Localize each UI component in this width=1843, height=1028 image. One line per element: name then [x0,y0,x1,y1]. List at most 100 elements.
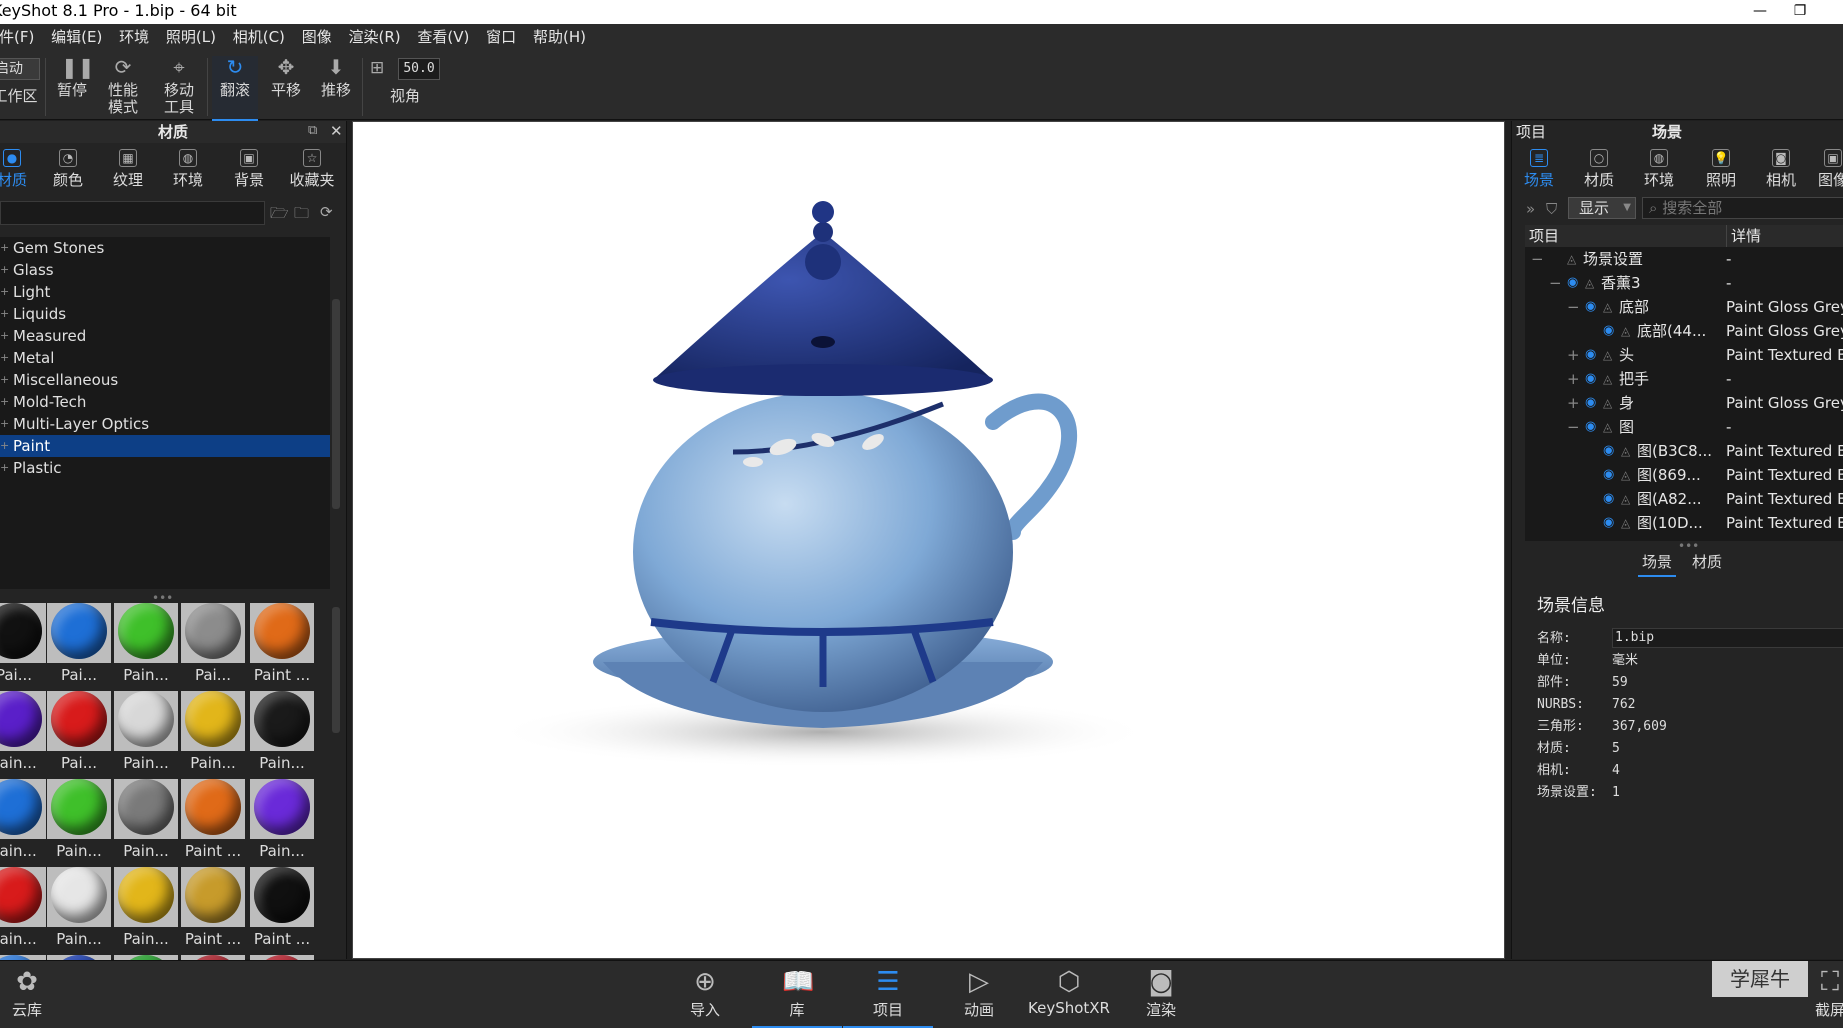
menu-file[interactable]: 文件(F) [0,24,34,50]
folder-icon[interactable]: 🗀 [294,203,309,228]
subtab-material[interactable]: 材质 [1688,549,1726,575]
rotate-button[interactable]: ↻ 翻滚 [212,56,258,122]
tree-item[interactable]: + Liquids [0,303,330,325]
library-button[interactable]: 📖 库 [752,967,842,1028]
material-swatch[interactable]: Pain... [114,601,178,687]
expand-toggle[interactable]: − [1531,247,1544,271]
refresh-icon[interactable]: ⟳ [320,203,333,221]
eye-icon[interactable]: ◉ [1603,439,1614,463]
expand-toggle[interactable]: − [1567,415,1580,439]
expand-toggle[interactable]: + [1567,391,1580,415]
material-swatch[interactable]: Pain... [250,689,314,775]
eye-icon[interactable]: ◉ [1603,511,1614,535]
eye-icon[interactable]: ◉ [1585,295,1596,319]
expand-toggle[interactable]: + [1567,367,1580,391]
pause-button[interactable]: ❚❚ 暂停 [52,56,95,99]
tab-favorites[interactable]: ☆ 收藏夹 [287,149,337,190]
tab-scene[interactable]: ≣ 场景 [1516,149,1562,190]
eye-icon[interactable]: ◉ [1585,391,1596,415]
material-swatch[interactable]: Pai... [0,601,46,687]
tree-scrollbar[interactable] [332,299,340,509]
library-search-input[interactable] [0,201,265,225]
eye-icon[interactable]: ◉ [1603,319,1614,343]
eye-icon[interactable]: ◉ [1585,367,1596,391]
scene-tree-row[interactable]: + ◉ ◬ 头 Paint Textured B [1525,343,1843,367]
menu-render[interactable]: 渲染(R) [349,24,401,50]
menu-help[interactable]: 帮助(H) [533,24,586,50]
eye-icon[interactable]: ◉ [1585,415,1596,439]
scene-tree-row[interactable]: + ◉ ◬ 把手 - [1525,367,1843,391]
scene-tree-row[interactable]: ◉ ◬ 底部(44... Paint Gloss Grey [1525,319,1843,343]
expand-toggle[interactable]: + [1567,343,1580,367]
eye-icon[interactable]: ◉ [1603,463,1614,487]
material-swatch[interactable]: Pai... [47,689,111,775]
close-icon[interactable]: ✕ [330,122,343,140]
scene-tree-row[interactable]: − ◬ 场景设置 - [1525,247,1843,271]
project-button[interactable]: ☰ 项目 [843,967,933,1028]
tab-backplates[interactable]: ▣ 背景 [231,149,267,190]
menu-edit[interactable]: 编辑(E) [51,24,102,50]
tab-image[interactable]: ▣ 图像 [1818,149,1843,190]
tree-item[interactable]: + Mold-Tech [0,391,330,413]
folder-open-icon[interactable]: 🗁 [270,203,289,228]
render-button[interactable]: ◙ 渲染 [1116,967,1206,1020]
scene-tree-row[interactable]: − ◉ ◬ 图 - [1525,415,1843,439]
tab-environments[interactable]: ◍ 环境 [170,149,206,190]
menu-view[interactable]: 查看(V) [417,24,469,50]
screenshot-button[interactable]: ⛶ 截屏 [1800,967,1843,1020]
dolly-button[interactable]: ⬇ 推移 [316,56,356,99]
tree-item[interactable]: + Glass [0,259,330,281]
tab-environment[interactable]: ◍ 环境 [1636,149,1682,190]
material-swatch[interactable]: Pain... [250,777,314,863]
material-swatch[interactable]: Paint ... [250,601,314,687]
scene-tree-row[interactable]: − ◉ ◬ 底部 Paint Gloss Grey [1525,295,1843,319]
expand-toggle[interactable]: − [1549,271,1562,295]
menu-camera[interactable]: 相机(C) [233,24,285,50]
animation-button[interactable]: ▷ 动画 [934,967,1024,1020]
scene-name-field[interactable]: 1.bip [1612,628,1843,648]
tab-lighting[interactable]: 💡 照明 [1698,149,1744,190]
restore-button[interactable]: ❐ [1780,0,1820,22]
eye-icon[interactable]: ◉ [1603,487,1614,511]
scene-tree-row[interactable]: + ◉ ◬ 身 Paint Gloss Grey [1525,391,1843,415]
material-swatch[interactable]: Pain... [47,865,111,951]
swatch-scrollbar[interactable] [332,607,340,733]
tab-materials[interactable]: ● 材质 [0,149,30,190]
material-swatch[interactable]: Paint ... [250,865,314,951]
tab-textures[interactable]: ▦ 纹理 [110,149,146,190]
tree-item[interactable]: + Plastic [0,457,330,479]
eye-icon[interactable]: ◉ [1567,271,1578,295]
tree-item[interactable]: + Gem Stones [0,237,330,259]
material-swatch[interactable]: Pai... [181,601,245,687]
menu-image[interactable]: 图像 [302,24,332,50]
tab-colors[interactable]: ◔ 颜色 [50,149,86,190]
material-swatch[interactable]: Pain... [0,777,46,863]
filter-icon[interactable]: ⛉ [1546,197,1557,221]
tree-item-selected[interactable]: + Paint [0,435,330,457]
cloud-library-button[interactable]: ✿ 云库 [0,967,72,1020]
subtab-scene[interactable]: 场景 [1638,549,1677,577]
tree-item[interactable]: + Miscellaneous [0,369,330,391]
render-viewport[interactable] [352,121,1505,959]
fov-input[interactable]: 50.0 [398,58,440,80]
expand-toggle[interactable]: − [1567,295,1580,319]
scene-tree-row[interactable]: ◉ ◬ 图(869... Paint Textured B [1525,463,1843,487]
move-tool-button[interactable]: ⌖ 移动 工具 [156,56,202,116]
material-swatch[interactable]: Pain... [114,865,178,951]
tree-item[interactable]: + Metal [0,347,330,369]
tab-camera[interactable]: ◙ 相机 [1758,149,1804,190]
tree-item[interactable]: + Light [0,281,330,303]
tree-item[interactable]: + Measured [0,325,330,347]
menu-environment[interactable]: 环境 [119,24,149,50]
keyshotxr-button[interactable]: ⬡ KeyShotXR [1024,967,1114,1017]
material-swatch[interactable]: Pain... [0,865,46,951]
performance-mode-button[interactable]: ⟳ 性能 模式 [100,56,146,116]
menu-lighting[interactable]: 照明(L) [166,24,216,50]
scene-search-input[interactable]: ⌕ 搜索全部 [1642,197,1843,219]
import-button[interactable]: ⊕ 导入 [660,967,750,1020]
eye-icon[interactable]: ◉ [1585,343,1596,367]
show-dropdown[interactable]: 显示 ▼ [1568,197,1636,219]
material-swatch[interactable]: Paint ... [181,865,245,951]
material-swatch[interactable]: Pai... [47,601,111,687]
tab-material[interactable]: ○ 材质 [1576,149,1622,190]
